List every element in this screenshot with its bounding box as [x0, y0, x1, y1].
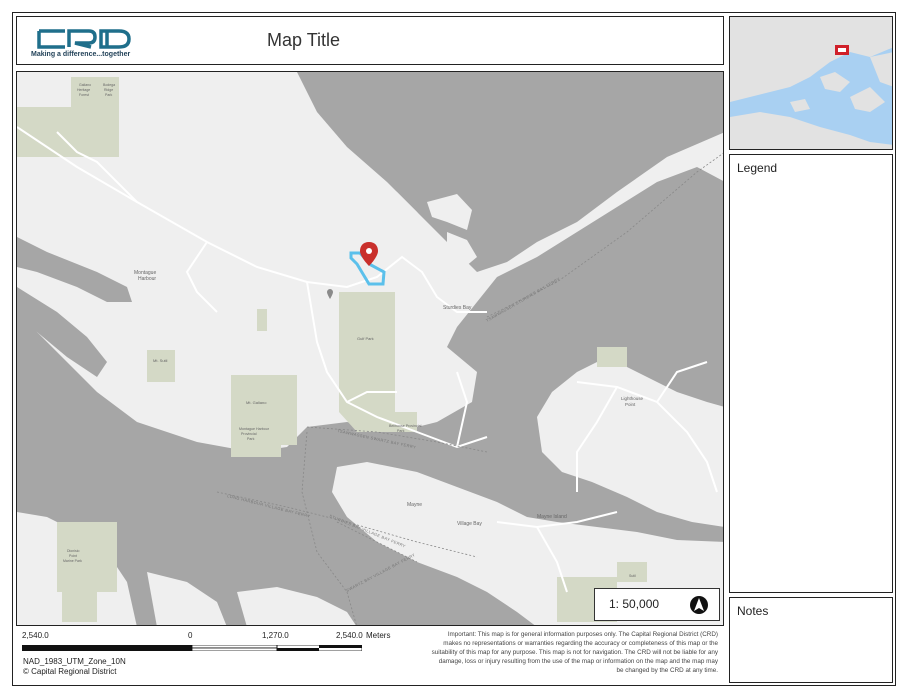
park-mt-sutil	[147, 350, 175, 382]
overview-map[interactable]	[729, 16, 893, 150]
label-mt-sutil: Mt. Sutil	[153, 358, 168, 363]
legend-panel: Legend	[729, 154, 893, 593]
label-montague-harbour: Montague Harbour	[134, 270, 158, 282]
map-canvas[interactable]: Montague Harbour Sturdies Bay Mt. Galian…	[17, 72, 724, 626]
scalebar-unit: Meters	[366, 631, 391, 640]
label-sutil: Sutil	[629, 574, 636, 578]
logo-tagline: Making a difference...together	[31, 51, 131, 58]
projection-text: NAD_1983_UTM_Zone_10N	[23, 657, 126, 666]
footer: 2,540.0 0 1,270.0 2,540.0 Meters NAD_198…	[16, 628, 724, 683]
copyright-text: © Capital Regional District	[23, 667, 117, 676]
scale-ratio-text: 1: 50,000	[609, 597, 660, 611]
notes-panel[interactable]: Notes	[729, 597, 893, 683]
label-mayne-island: Mayne Island	[537, 514, 567, 520]
header-panel: Making a difference...together Map Title	[16, 16, 724, 65]
label-sturdies-bay: Sturdies Bay	[443, 305, 472, 311]
scale-ratio-box: 1: 50,000	[594, 588, 720, 621]
main-map[interactable]: Montague Harbour Sturdies Bay Mt. Galian…	[16, 71, 724, 626]
scalebar-label-right: 2,540.0	[336, 631, 363, 640]
label-gulf-park: Gulf Park	[357, 336, 374, 341]
map-title[interactable]: Map Title	[267, 30, 340, 51]
label-mayne: Mayne	[407, 502, 422, 508]
disclaimer-text: Important: This map is for general infor…	[431, 631, 718, 674]
north-arrow-icon	[690, 596, 708, 614]
scalebar-label-mid: 1,270.0	[262, 631, 289, 640]
notes-title: Notes	[737, 604, 769, 618]
legend-title: Legend	[737, 161, 778, 175]
label-mt-galiano: Mt. Galiano	[246, 400, 267, 405]
scalebar-label-zero: 0	[188, 631, 193, 640]
label-village-bay: Village Bay	[457, 521, 482, 527]
scalebar-label-left: 2,540.0	[22, 631, 49, 640]
scale-bar	[22, 645, 362, 651]
